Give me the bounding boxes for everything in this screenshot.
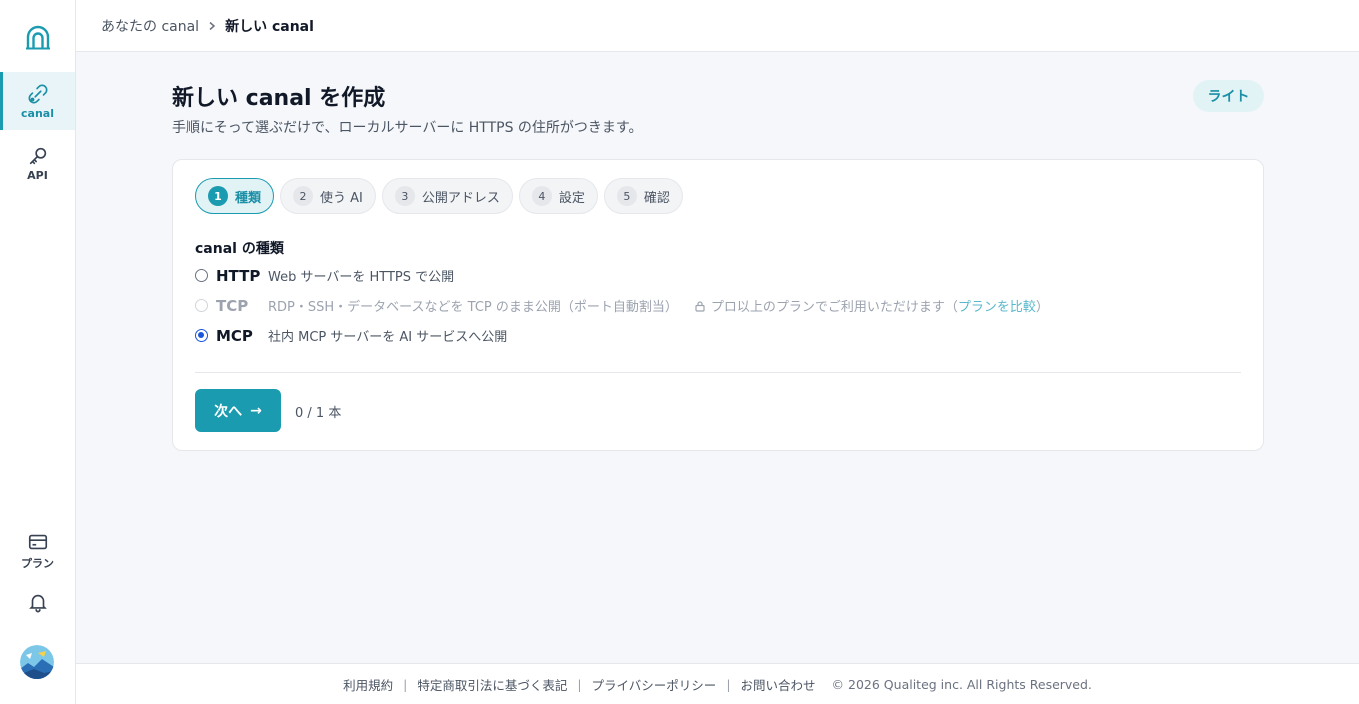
next-button[interactable]: 次へ →: [195, 389, 281, 432]
step-number: 1: [208, 186, 228, 206]
create-canal-card: 1 種類 2 使う AI 3 公開アドレス 4 設定 5 確認 canal の種…: [172, 159, 1264, 451]
step-label: 設定: [558, 190, 585, 206]
breadcrumb-link-canals[interactable]: あなたの canal: [101, 16, 199, 36]
option-http[interactable]: HTTP Web サーバーを HTTPS で公開: [195, 266, 454, 285]
avatar[interactable]: [20, 645, 54, 679]
option-name: HTTP: [216, 266, 261, 285]
footer-link-terms[interactable]: 利用規約: [343, 675, 393, 694]
radio-mcp[interactable]: [195, 329, 208, 342]
step-ai[interactable]: 2 使う AI: [280, 178, 376, 214]
footer-link-privacy[interactable]: プライバシーポリシー: [592, 675, 717, 694]
compare-plans-link[interactable]: プランを比較: [958, 296, 1036, 315]
plan-restriction-note: プロ以上のプランでご利用いただけます（ プランを比較）: [694, 296, 1049, 315]
option-description: RDP・SSH・データベースなどを TCP のまま公開（ポート自動割当）: [268, 300, 678, 315]
option-mcp[interactable]: MCP 社内 MCP サーバーを AI サービスへ公開: [195, 326, 507, 345]
tunnel-logo-icon[interactable]: [24, 24, 52, 52]
stepper: 1 種類 2 使う AI 3 公開アドレス 4 設定 5 確認: [195, 178, 683, 214]
sidebar-item-plan[interactable]: プラン: [0, 522, 75, 580]
option-description: Web サーバーを HTTPS で公開: [268, 270, 455, 285]
footer-link-commerce-law[interactable]: 特定商取引法に基づく表記: [417, 675, 567, 694]
divider: [195, 372, 1241, 373]
step-label: 確認: [643, 190, 670, 206]
copyright: © 2026 Qualiteg inc. All Rights Reserved…: [831, 676, 1092, 692]
theme-toggle-button[interactable]: ライト: [1193, 80, 1264, 112]
plan-note-prefix: プロ以上のプランでご利用いただけます（: [710, 300, 958, 315]
top-bar: あなたの canal 新しい canal: [76, 0, 1359, 52]
step-label: 種類: [235, 190, 262, 206]
canal-type-label: canal の種類: [195, 241, 284, 257]
step-number: 4: [531, 186, 552, 206]
sidebar-item-label: canal: [21, 106, 54, 120]
option-name: MCP: [216, 326, 253, 345]
card-icon: [28, 534, 47, 550]
sidebar-item-label: プラン: [21, 557, 54, 570]
radio-http[interactable]: [195, 269, 208, 282]
footer-separator: |: [403, 676, 408, 692]
sidebar-item-label: API: [27, 168, 48, 182]
footer: 利用規約 | 特定商取引法に基づく表記 | プライバシーポリシー | お問い合わ…: [76, 663, 1359, 704]
step-settings[interactable]: 4 設定: [518, 178, 598, 214]
sidebar: canal API プラン: [0, 0, 76, 704]
footer-separator: |: [577, 676, 582, 692]
canal-count: 0 / 1 本: [295, 406, 342, 421]
step-number: 3: [394, 186, 415, 206]
footer-separator: |: [726, 676, 731, 692]
step-confirm[interactable]: 5 確認: [603, 178, 683, 214]
key-icon: [29, 147, 46, 164]
breadcrumb: あなたの canal 新しい canal: [101, 16, 314, 36]
step-label: 使う AI: [320, 190, 363, 206]
chevron-right-icon: [209, 21, 216, 30]
option-description: 社内 MCP サーバーを AI サービスへ公開: [268, 330, 508, 345]
sidebar-item-api[interactable]: API: [0, 134, 75, 192]
avatar-image: [20, 645, 54, 679]
footer-link-contact[interactable]: お問い合わせ: [741, 675, 816, 694]
option-tcp: TCP RDP・SSH・データベースなどを TCP のまま公開（ポート自動割当）…: [195, 296, 1049, 315]
option-name: TCP: [216, 296, 249, 315]
plan-note-suffix: ）: [1035, 300, 1049, 315]
bell-icon[interactable]: [27, 591, 49, 613]
link-icon: [28, 84, 47, 103]
arrow-right-icon: →: [250, 402, 262, 419]
page-title: 新しい canal を作成: [172, 86, 386, 111]
step-number: 5: [616, 186, 637, 206]
page-subtitle: 手順にそって選ぶだけで、ローカルサーバーに HTTPS の住所がつきます。: [172, 120, 643, 136]
sidebar-item-canal[interactable]: canal: [0, 72, 75, 130]
step-number: 2: [293, 186, 314, 206]
next-button-label: 次へ: [214, 403, 243, 420]
breadcrumb-current: 新しい canal: [225, 18, 314, 35]
lock-icon: [695, 300, 705, 312]
step-address[interactable]: 3 公開アドレス: [381, 178, 513, 214]
step-label: 公開アドレス: [421, 190, 500, 206]
step-type[interactable]: 1 種類: [195, 178, 275, 214]
radio-tcp: [195, 299, 208, 312]
